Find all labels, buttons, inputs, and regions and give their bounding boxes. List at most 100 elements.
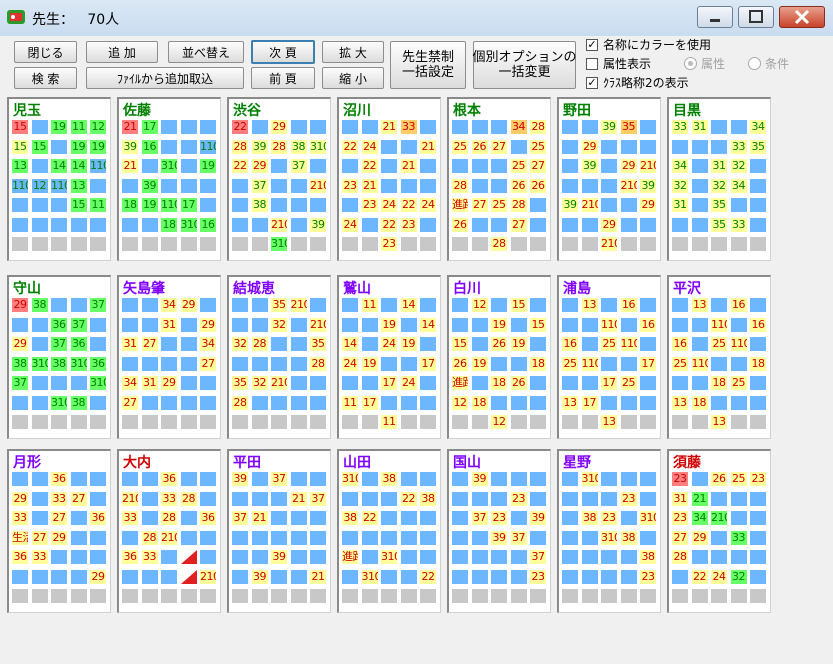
schedule-cell[interactable] [141, 298, 158, 312]
schedule-cell[interactable] [530, 491, 546, 506]
schedule-cell[interactable]: 110 [581, 356, 598, 371]
schedule-cell[interactable]: 11 [342, 395, 358, 410]
schedule-cell[interactable] [491, 589, 507, 603]
schedule-cell[interactable]: 25 [491, 198, 507, 212]
schedule-cell[interactable]: 31 [141, 376, 158, 390]
schedule-cell[interactable]: 28 [232, 395, 248, 410]
schedule-cell[interactable]: 33 [51, 491, 67, 506]
conflict-marker-icon[interactable] [180, 550, 197, 564]
teacher-panel[interactable]: 結城恵352103221032283528353221028 [227, 275, 331, 439]
schedule-cell[interactable]: 26 [530, 178, 546, 193]
schedule-cell[interactable] [271, 198, 287, 212]
schedule-cell[interactable]: 22 [400, 491, 417, 506]
schedule-cell[interactable] [452, 317, 468, 332]
schedule-cell[interactable] [290, 120, 307, 134]
import-from-file-button[interactable]: ﾌｧｲﾙから追加取込 [86, 67, 244, 89]
schedule-cell[interactable] [122, 415, 138, 429]
schedule-cell[interactable]: 310 [601, 530, 617, 545]
schedule-cell[interactable]: 22 [361, 511, 378, 525]
schedule-cell[interactable]: 17 [361, 395, 378, 410]
schedule-cell[interactable] [51, 550, 67, 564]
schedule-cell[interactable] [620, 198, 637, 212]
schedule-cell[interactable]: 32 [730, 569, 747, 584]
teacher-panel[interactable]: 浦島131611016162511025110171725131713 [557, 275, 661, 439]
schedule-cell[interactable] [510, 317, 527, 332]
schedule-cell[interactable]: 310 [381, 550, 397, 564]
schedule-cell[interactable] [90, 491, 106, 506]
schedule-cell[interactable]: 36 [161, 472, 177, 486]
schedule-cell[interactable] [361, 337, 378, 351]
schedule-cell[interactable]: 13 [672, 395, 688, 410]
schedule-cell[interactable]: 18 [122, 198, 138, 212]
schedule-cell[interactable] [342, 569, 358, 584]
schedule-cell[interactable] [12, 472, 28, 486]
schedule-cell[interactable]: 310 [90, 376, 106, 390]
class-abbrev-option[interactable]: ✓ ｸﾗｽ略称2の表示 [586, 74, 689, 91]
schedule-cell[interactable]: 36 [90, 511, 106, 525]
schedule-cell[interactable] [672, 139, 688, 154]
bulk-option-change-button[interactable]: 個別オプションの 一括変更 [473, 41, 577, 89]
schedule-cell[interactable]: 29 [251, 159, 268, 173]
schedule-cell[interactable]: 29 [640, 198, 656, 212]
schedule-cell[interactable] [562, 589, 578, 603]
schedule-cell[interactable] [400, 395, 417, 410]
schedule-cell[interactable] [581, 237, 598, 251]
schedule-cell[interactable]: 15 [452, 337, 468, 351]
schedule-cell[interactable]: 28 [491, 237, 507, 251]
schedule-cell[interactable] [90, 472, 106, 486]
schedule-cell[interactable] [711, 491, 727, 506]
schedule-cell[interactable] [420, 415, 436, 429]
schedule-cell[interactable]: 19 [90, 139, 106, 154]
schedule-cell[interactable] [310, 395, 326, 410]
schedule-cell[interactable] [361, 415, 378, 429]
schedule-cell[interactable]: 39 [491, 530, 507, 545]
schedule-cell[interactable]: 22 [342, 139, 358, 154]
schedule-cell[interactable] [601, 178, 617, 193]
schedule-cell[interactable] [232, 178, 248, 193]
schedule-cell[interactable] [232, 569, 248, 584]
close-window-button[interactable] [779, 6, 825, 28]
schedule-cell[interactable] [31, 217, 48, 232]
schedule-cell[interactable] [400, 317, 417, 332]
schedule-cell[interactable]: 33 [730, 139, 747, 154]
schedule-cell[interactable]: 210 [581, 198, 598, 212]
schedule-cell[interactable] [562, 237, 578, 251]
add-button[interactable]: 追 加 [86, 41, 158, 63]
schedule-cell[interactable] [562, 159, 578, 173]
schedule-cell[interactable] [601, 589, 617, 603]
schedule-cell[interactable] [750, 159, 766, 173]
schedule-cell[interactable]: 進路 [452, 198, 468, 212]
schedule-cell[interactable]: 210 [200, 569, 216, 584]
schedule-cell[interactable] [730, 120, 747, 134]
teacher-panel[interactable]: 矢島肇 34 29 31 29 31 27 34 27 34 31 29 27 [117, 275, 221, 439]
schedule-cell[interactable]: 25 [562, 356, 578, 371]
schedule-cell[interactable] [251, 395, 268, 410]
schedule-cell[interactable]: 38 [581, 511, 598, 525]
schedule-cell[interactable] [730, 511, 747, 525]
schedule-cell[interactable] [620, 550, 637, 564]
schedule-cell[interactable] [672, 298, 688, 312]
schedule-cell[interactable] [562, 139, 578, 154]
schedule-cell[interactable] [31, 511, 48, 525]
schedule-cell[interactable] [672, 589, 688, 603]
schedule-cell[interactable]: 14 [70, 159, 87, 173]
schedule-cell[interactable] [562, 120, 578, 134]
schedule-cell[interactable] [491, 178, 507, 193]
schedule-cell[interactable] [122, 178, 138, 193]
schedule-cell[interactable] [161, 415, 177, 429]
schedule-cell[interactable] [400, 415, 417, 429]
schedule-cell[interactable] [161, 356, 177, 371]
schedule-cell[interactable] [711, 550, 727, 564]
schedule-cell[interactable] [180, 159, 197, 173]
schedule-cell[interactable] [70, 237, 87, 251]
schedule-cell[interactable]: 210 [290, 298, 307, 312]
schedule-cell[interactable] [562, 376, 578, 390]
schedule-cell[interactable] [452, 415, 468, 429]
schedule-cell[interactable] [200, 298, 216, 312]
schedule-cell[interactable]: 26 [471, 139, 488, 154]
schedule-cell[interactable] [400, 356, 417, 371]
schedule-cell[interactable]: 24 [711, 569, 727, 584]
schedule-cell[interactable] [381, 569, 397, 584]
schedule-cell[interactable] [122, 530, 138, 545]
schedule-cell[interactable] [420, 511, 436, 525]
